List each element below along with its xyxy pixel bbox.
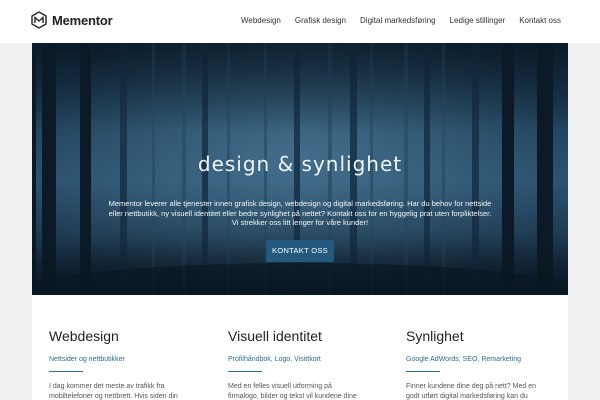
contact-us-button[interactable]: KONTAKT OSS <box>266 239 334 262</box>
service-card-subtitle[interactable]: Nettsider og nettbutikker <box>49 356 199 363</box>
main-nav: Webdesign Grafisk design Digital markeds… <box>241 16 561 25</box>
service-card-divider <box>49 371 83 372</box>
service-card-divider <box>228 371 262 372</box>
service-card-subtitle[interactable]: Profilhåndbok, Logo, Visittkort <box>228 356 378 363</box>
hero-description-line: Vi strekker oss litt lenger for våre kun… <box>231 218 369 227</box>
hero-title: design & synlighet <box>197 152 403 176</box>
hero-description-line: eller nettbutikk, ny visuell identitet e… <box>108 208 492 218</box>
brand-name: Mementor <box>52 12 113 28</box>
service-card-subtitle[interactable]: Google AdWords, SEO, Remarketing <box>406 356 556 363</box>
logo[interactable]: Mementor <box>31 11 113 29</box>
nav-item-digital-markedsforing[interactable]: Digital markedsføring <box>360 16 436 25</box>
mementor-logo-icon <box>31 11 47 29</box>
nav-item-webdesign[interactable]: Webdesign <box>241 16 281 25</box>
nav-item-kontakt-oss[interactable]: Kontakt oss <box>519 16 561 25</box>
service-card-synlighet: Synlighet Google AdWords, SEO, Remarketi… <box>406 295 556 400</box>
hero-description-line: Mementor leverer alle tjenester innen gr… <box>108 199 492 208</box>
service-card-visuell-identitet: Visuell identitet Profilhåndbok, Logo, V… <box>228 295 378 400</box>
service-card-title: Webdesign <box>49 328 119 344</box>
service-card-title: Synlighet <box>406 328 464 344</box>
service-card-divider <box>406 371 440 372</box>
service-card-body: Finner kundene dine deg på nett? Med en … <box>406 383 536 400</box>
hero-description: Mementor leverer alle tjenester innen gr… <box>82 199 518 262</box>
service-card-body: Med en felles visuell utforming på firma… <box>228 383 357 400</box>
service-card-body: I dag kommer det meste av trafikk fra mo… <box>49 383 178 400</box>
page: Mementor Webdesign Grafisk design Digita… <box>0 0 600 400</box>
site-header: Mementor Webdesign Grafisk design Digita… <box>0 0 600 43</box>
hero-banner: design & synlighet Mementor leverer alle… <box>32 43 568 295</box>
service-card-webdesign: Webdesign Nettsider og nettbutikker I da… <box>49 295 199 400</box>
services-section: Webdesign Nettsider og nettbutikker I da… <box>32 295 568 400</box>
nav-item-ledige-stillinger[interactable]: Ledige stillinger <box>450 16 506 25</box>
nav-item-grafisk-design[interactable]: Grafisk design <box>295 16 346 25</box>
service-card-title: Visuell identitet <box>228 328 322 344</box>
